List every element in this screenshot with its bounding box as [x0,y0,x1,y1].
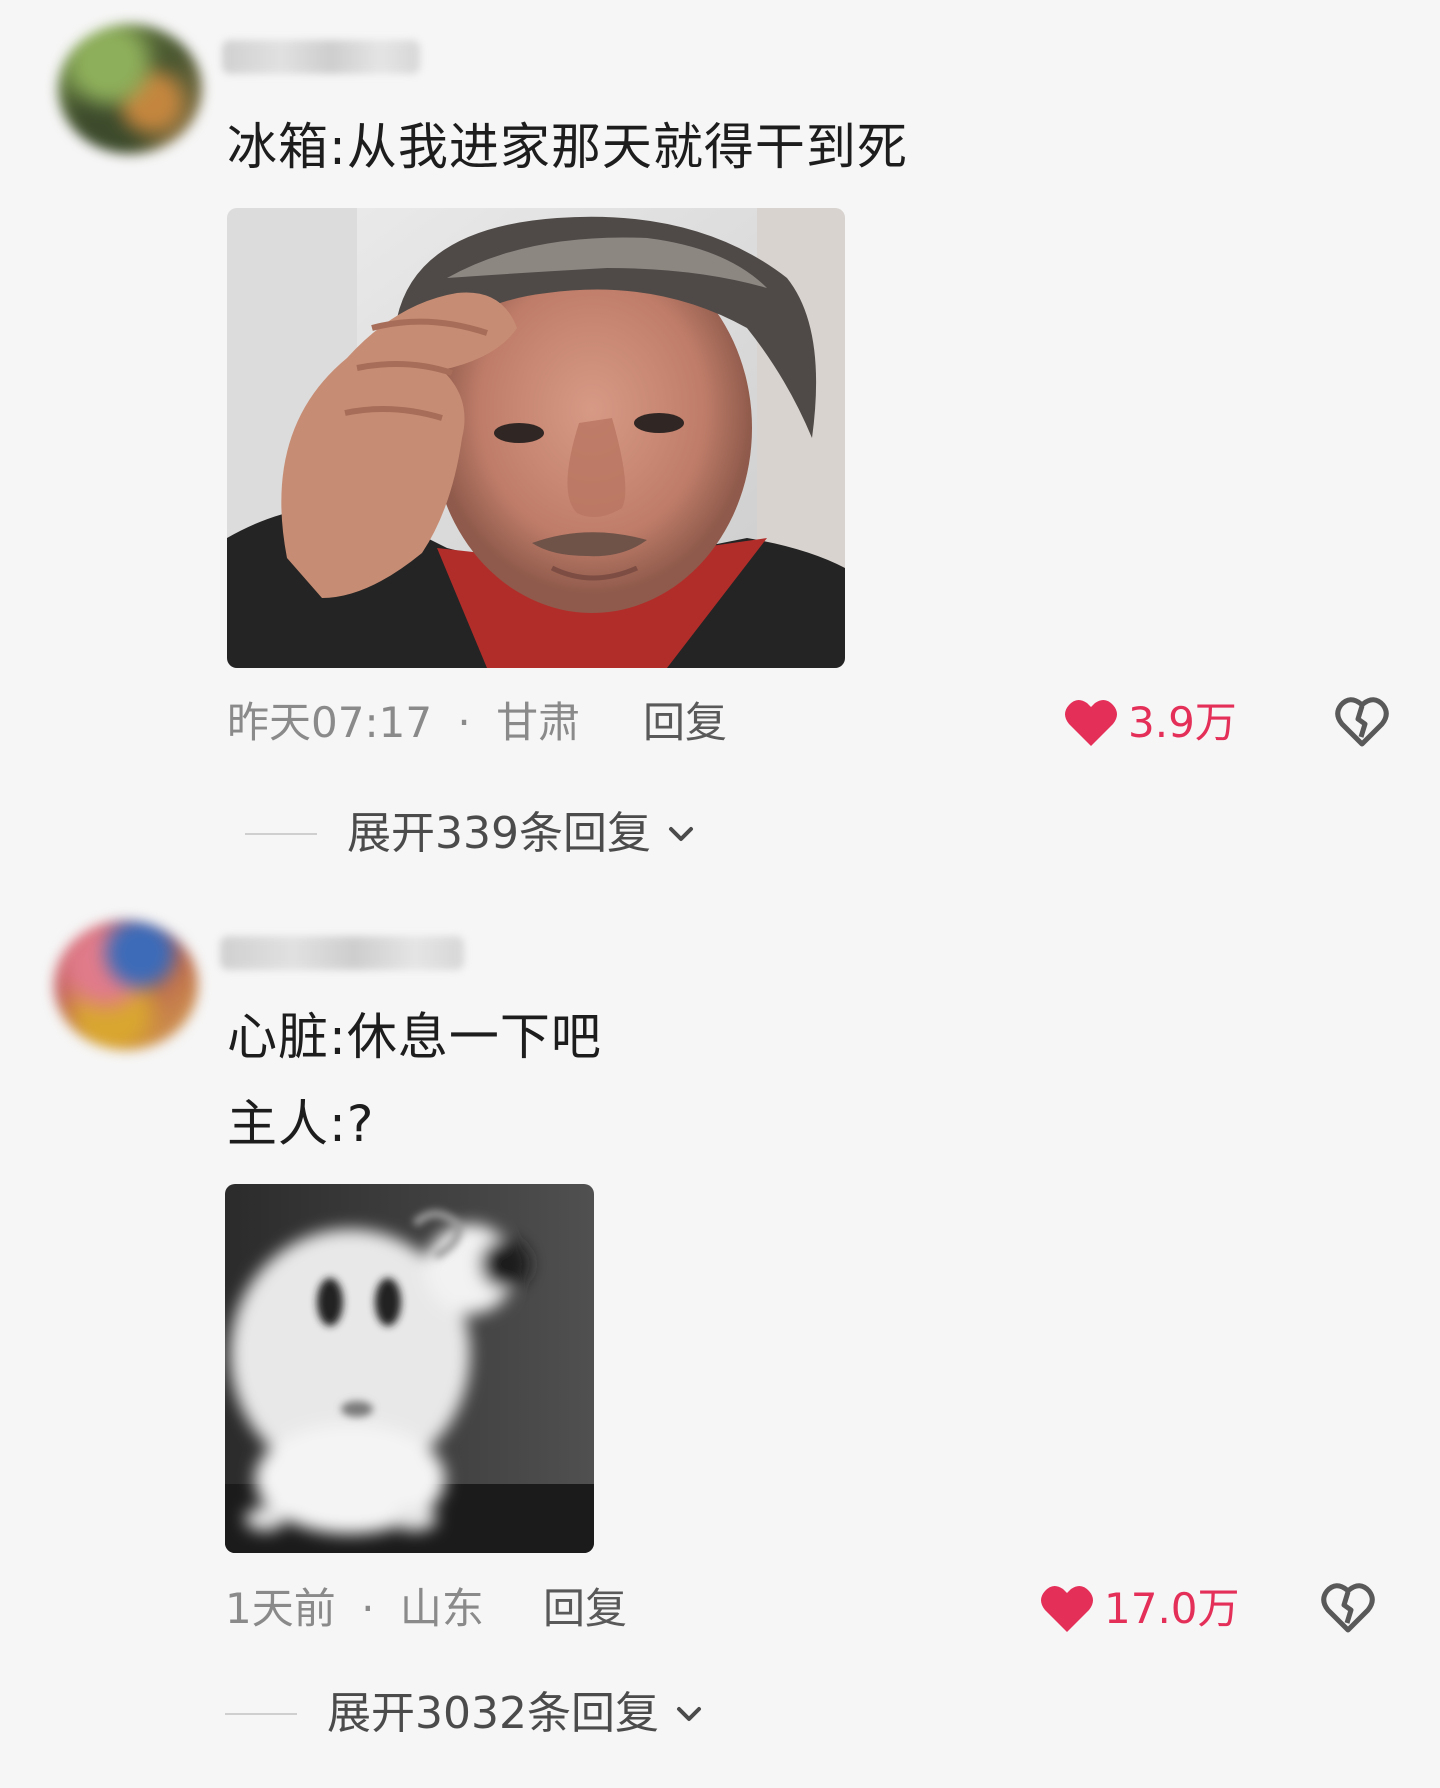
expand-replies-label: 展开3032条回复 [327,1688,659,1739]
comment-meta: 昨天07:17 · 甘肃 [227,696,580,750]
reply-button[interactable]: 回复 [643,696,727,750]
meta-separator: · [361,1584,375,1633]
comment-time: 昨天07:17 [227,698,433,747]
comment-location: 甘肃 [496,698,581,747]
expand-replies[interactable]: 展开3032条回复 [225,1684,709,1744]
comment-image[interactable] [227,208,845,668]
expand-replies-label: 展开339条回复 [347,808,651,859]
chevron-down-icon [676,1707,701,1721]
broken-heart-icon[interactable] [1334,695,1390,751]
like-button[interactable]: 3.9万 [1064,694,1237,752]
comment-location: 山东 [399,1584,484,1633]
expand-replies[interactable]: 展开339条回复 [245,804,701,864]
like-count: 17.0万 [1104,1584,1240,1633]
meta-separator: · [457,698,471,747]
comment-text: 冰箱:从我进家那天就得干到死 [227,118,908,176]
comment-time: 1天前 [225,1584,336,1633]
comment-text: 心脏:休息一下吧 [227,1008,602,1066]
heart-filled-icon [1065,699,1117,746]
like-count: 3.9万 [1128,698,1237,747]
username[interactable] [222,40,420,74]
comment-text: 主人:? [227,1095,375,1153]
comment-meta: 1天前 · 山东 [225,1582,484,1636]
like-button[interactable]: 17.0万 [1040,1580,1240,1638]
user-avatar[interactable] [54,920,198,1050]
heart-filled-icon [1041,1585,1093,1632]
expand-divider [225,1713,297,1715]
broken-heart-icon[interactable] [1320,1581,1376,1637]
comment-image[interactable] [225,1184,594,1553]
user-avatar[interactable] [58,24,202,154]
username[interactable] [220,936,464,970]
chevron-down-icon [668,827,693,841]
meme-image [225,1184,594,1553]
reply-button[interactable]: 回复 [543,1582,627,1636]
expand-divider [245,833,317,835]
meme-image [227,208,845,668]
